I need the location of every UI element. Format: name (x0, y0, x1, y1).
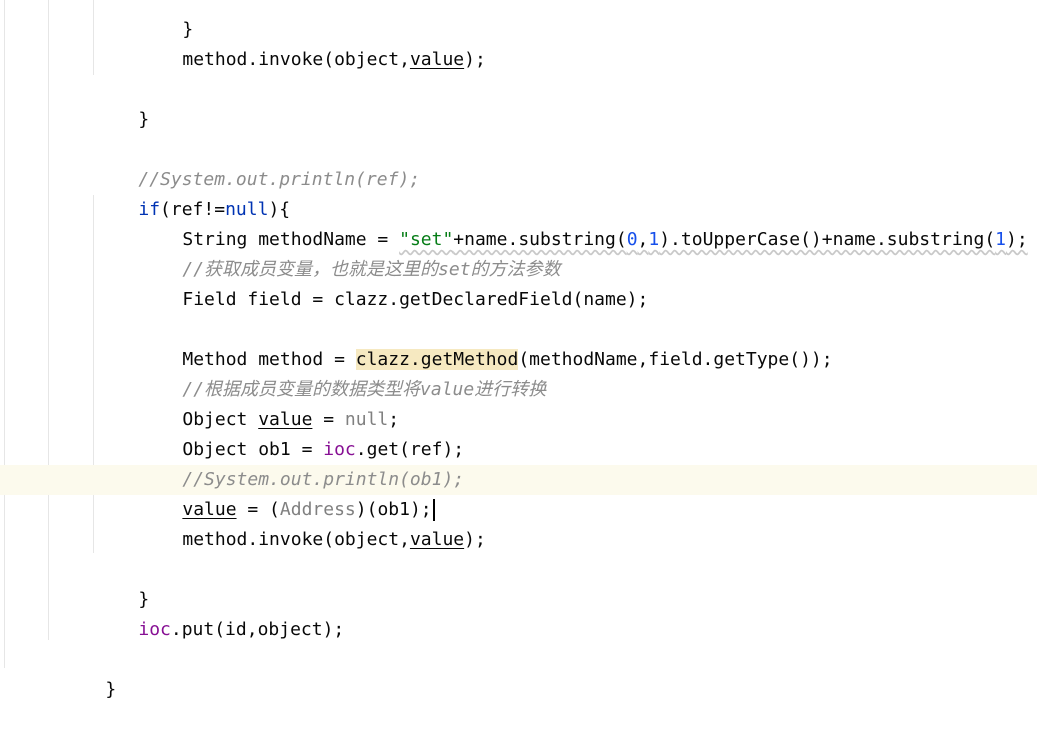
indent-guide (93, 195, 94, 553)
code-line[interactable]: //System.out.println(ob1); (139, 435, 464, 490)
indent-guide (4, 0, 5, 668)
variable-value: value (409, 529, 465, 550)
code-line[interactable]: //获取成员变量，也就是这里的set的方法参数 (139, 225, 560, 280)
code-line[interactable]: Field field = clazz.getDeclaredField(nam… (139, 255, 648, 310)
code-text: ); (464, 49, 486, 70)
code-line[interactable]: method.invoke(object,value); (139, 495, 485, 550)
code-line-current[interactable]: value = (Address)(ob1); (139, 465, 435, 521)
code-line[interactable]: } (62, 645, 116, 700)
code-text: method.invoke(object, (182, 529, 410, 550)
closing-brace: } (138, 109, 150, 130)
code-text: Field field = clazz.getDeclaredField(nam… (182, 289, 649, 310)
code-editor[interactable]: } method.invoke(object,value); } //Syste… (0, 0, 1037, 700)
code-line[interactable]: ioc.put(id,object); (95, 585, 344, 640)
code-line[interactable]: if(ref!=null){ (95, 165, 290, 220)
code-line[interactable]: //根据成员变量的数据类型将value进行转换 (139, 345, 546, 400)
indent-guide (93, 0, 94, 75)
code-text: ); (1006, 229, 1028, 250)
code-line[interactable]: } (95, 75, 149, 130)
field-ioc: ioc (138, 619, 171, 640)
code-line[interactable]: } (139, 0, 193, 40)
number-literal: 0 (626, 229, 638, 250)
variable-value: value (409, 49, 465, 70)
number-literal: 1 (648, 229, 660, 250)
code-text: (methodName,field.getType()); (518, 349, 833, 370)
code-text: ).toUpperCase()+name.substring( (659, 229, 996, 250)
code-line[interactable]: } (95, 555, 149, 610)
indent-guide (48, 0, 49, 640)
code-line[interactable]: Object value = null; (139, 375, 399, 430)
closing-brace: } (105, 679, 117, 700)
code-text: , (637, 229, 649, 250)
code-text: ); (464, 529, 486, 550)
code-line[interactable]: method.invoke(object,value); (139, 15, 485, 70)
code-text: .put(id,object); (170, 619, 345, 640)
code-line[interactable]: String methodName = "set"+name.substring… (139, 195, 1027, 250)
code-line[interactable]: Object ob1 = ioc.get(ref); (139, 405, 464, 460)
code-text: method.invoke(object, (182, 49, 410, 70)
code-line[interactable]: //System.out.println(ref); (95, 135, 420, 190)
code-line[interactable]: Method method = clazz.getMethod(methodNa… (139, 315, 833, 370)
number-literal: 1 (995, 229, 1007, 250)
